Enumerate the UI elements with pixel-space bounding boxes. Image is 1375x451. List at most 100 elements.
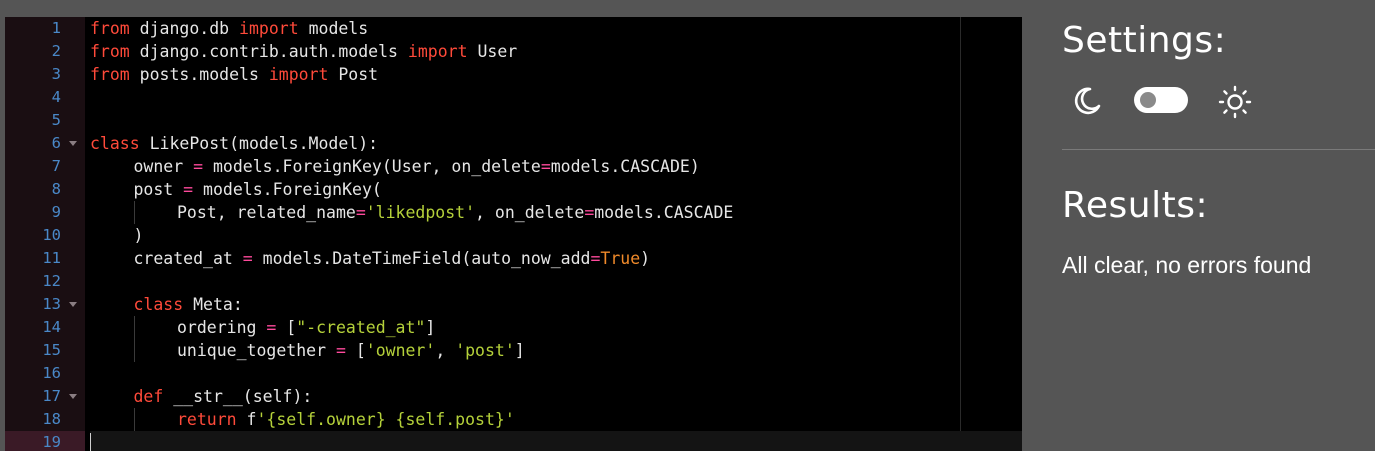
gutter-cell: 13: [5, 293, 85, 316]
indent-guide: [133, 201, 135, 224]
line-number: 19: [42, 433, 61, 451]
line-number: 14: [42, 318, 61, 336]
token-id: __str__(self):: [163, 387, 313, 406]
gutter-cell: 17: [5, 385, 85, 408]
token-kw: class: [90, 134, 140, 153]
token-id: models: [298, 19, 369, 38]
token-id: ]: [425, 318, 436, 337]
line-number: 12: [42, 272, 61, 290]
token-kw: import: [239, 19, 299, 38]
token-id: django.contrib.auth.models: [129, 42, 408, 61]
fold-arrow-icon[interactable]: [69, 141, 77, 146]
line-number: 17: [42, 387, 61, 405]
theme-toggle[interactable]: [1134, 87, 1188, 113]
gutter-cell: 12: [5, 270, 85, 293]
fold-arrow-icon[interactable]: [69, 302, 77, 307]
line-number: 18: [42, 410, 61, 428]
code-line[interactable]: 5: [5, 109, 1022, 132]
code-line[interactable]: 2 from django.contrib.auth.models import …: [5, 40, 1022, 63]
code-tokens: class Meta:: [90, 293, 243, 316]
token-kw: import: [268, 65, 329, 84]
code-line[interactable]: 9 Post, related_name='likedpost', on_dele…: [5, 201, 1022, 224]
token-id: LikePost(models.Model):: [139, 134, 379, 153]
code-tokens: from posts.models import Post: [90, 63, 378, 86]
token-id: created_at: [133, 249, 243, 268]
line-number: 7: [51, 157, 61, 175]
line-number: 9: [51, 203, 61, 221]
code-text: ordering = ["-created_at"]: [90, 316, 1022, 339]
token-op: =: [335, 341, 346, 360]
code-tokens: ): [90, 224, 144, 247]
code-line[interactable]: 3 from posts.models import Post: [5, 63, 1022, 86]
code-text: from posts.models import Post: [90, 63, 1022, 86]
code-text: from django.contrib.auth.models import U…: [90, 40, 1022, 63]
token-op: =: [590, 249, 601, 268]
code-tokens: post = models.ForeignKey(: [90, 178, 382, 201]
token-const: True: [600, 249, 641, 268]
token-id: models.DateTimeField(auto_now_add: [252, 249, 591, 268]
gutter-cell: 18: [5, 408, 85, 431]
token-id: , on_delete: [475, 203, 585, 222]
line-number: 2: [51, 42, 61, 60]
toggle-knob: [1140, 92, 1156, 108]
code-line[interactable]: 15 unique_together = ['owner', 'post']: [5, 339, 1022, 362]
token-id: models.ForeignKey(User, on_delete: [203, 157, 541, 176]
code-text: from django.db import models: [90, 17, 1022, 40]
indent-guide: [133, 339, 135, 362]
code-lines[interactable]: 1 from django.db import models 2 from djang…: [5, 17, 1022, 451]
results-message: All clear, no errors found: [1062, 252, 1312, 278]
code-tokens: return f'{self.owner} {self.post}': [90, 408, 515, 431]
text-cursor: [90, 433, 91, 451]
token-id: ): [640, 249, 651, 268]
code-line[interactable]: 11 created_at = models.DateTimeField(auto…: [5, 247, 1022, 270]
code-line[interactable]: 10): [5, 224, 1022, 247]
code-line[interactable]: 12: [5, 270, 1022, 293]
code-tokens: from django.contrib.auth.models import U…: [90, 40, 517, 63]
code-tokens: def __str__(self):: [90, 385, 313, 408]
gutter-cell: 1: [5, 17, 85, 40]
code-line[interactable]: 1 from django.db import models: [5, 17, 1022, 40]
gutter-cell: 9: [5, 201, 85, 224]
line-number: 10: [42, 226, 61, 244]
code-line[interactable]: 4: [5, 86, 1022, 109]
code-line[interactable]: 13 class Meta:: [5, 293, 1022, 316]
code-text: created_at = models.DateTimeField(auto_n…: [90, 247, 1022, 270]
code-line[interactable]: 14 ordering = ["-created_at"]: [5, 316, 1022, 339]
token-id: owner: [133, 157, 194, 176]
code-line[interactable]: 16: [5, 362, 1022, 385]
code-line[interactable]: 8 post = models.ForeignKey(: [5, 178, 1022, 201]
gutter-cell: 8: [5, 178, 85, 201]
gutter-cell: 16: [5, 362, 85, 385]
token-op: =: [355, 203, 366, 222]
token-id: post: [133, 180, 184, 199]
token-id: ordering: [177, 318, 267, 337]
token-kw: from: [90, 19, 130, 38]
token-id: Post: [328, 65, 379, 84]
code-line[interactable]: 7 owner = models.ForeignKey(User, on_dele…: [5, 155, 1022, 178]
token-op: =: [266, 318, 277, 337]
code-line[interactable]: 6 class LikePost(models.Model):: [5, 132, 1022, 155]
code-line[interactable]: 19: [5, 431, 1022, 451]
token-kw: class: [133, 295, 184, 314]
code-line[interactable]: 17 def __str__(self):: [5, 385, 1022, 408]
token-str: 'owner': [365, 341, 436, 360]
code-text: return f'{self.owner} {self.post}': [90, 408, 1022, 431]
indent-guide: [133, 316, 135, 339]
gutter-cell: 3: [5, 63, 85, 86]
line-number: 6: [51, 134, 61, 152]
divider: [1062, 149, 1375, 150]
sun-icon: [1218, 85, 1252, 119]
code-tokens: owner = models.ForeignKey(User, on_delet…: [90, 155, 700, 178]
fold-arrow-icon[interactable]: [69, 394, 77, 399]
code-editor[interactable]: 1 from django.db import models 2 from djang…: [5, 17, 1022, 451]
token-str: 'post': [455, 341, 515, 360]
token-id: Post, related_name: [177, 203, 356, 222]
code-line[interactable]: 18 return f'{self.owner} {self.post}': [5, 408, 1022, 431]
code-tokens: ordering = ["-created_at"]: [90, 316, 435, 339]
gutter-cell: 2: [5, 40, 85, 63]
token-kw: from: [90, 65, 130, 84]
line-number: 4: [51, 88, 61, 106]
gutter-cell: 10: [5, 224, 85, 247]
